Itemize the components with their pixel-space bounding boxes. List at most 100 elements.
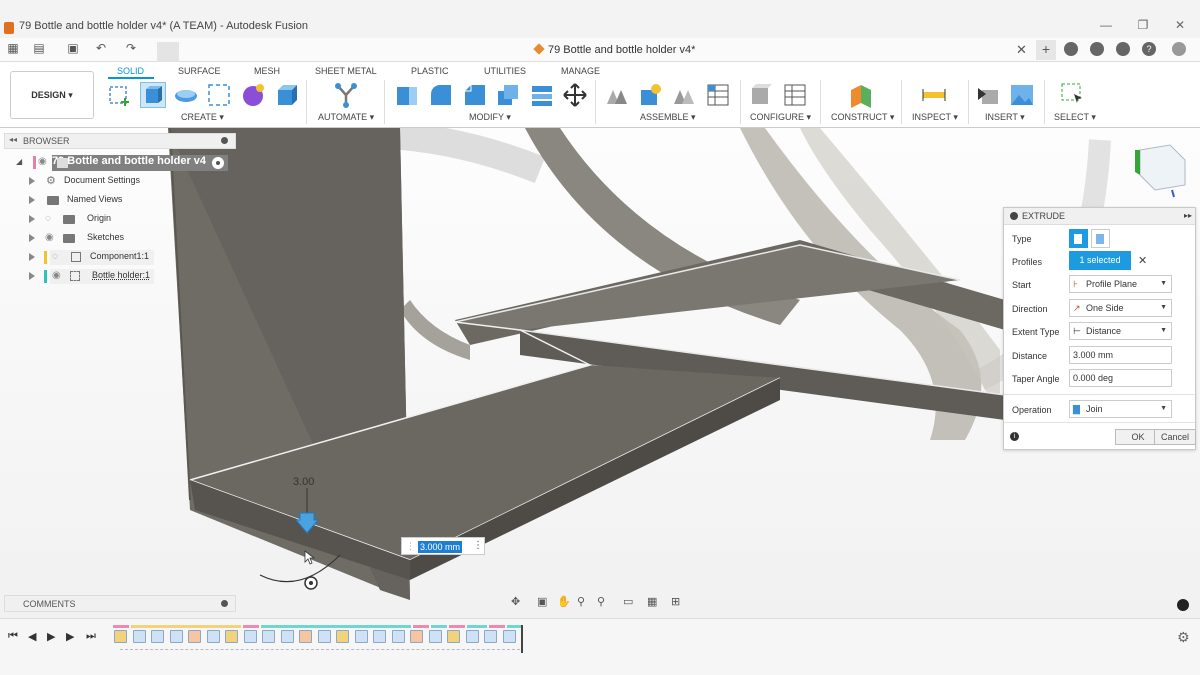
timeline-feature-icon[interactable] <box>484 630 497 643</box>
pan-icon[interactable]: ✋ <box>557 595 571 608</box>
timeline-feature-icon[interactable] <box>391 630 405 643</box>
fit-icon[interactable]: ⚲ <box>597 595 605 608</box>
insert-derive-tool-icon[interactable] <box>976 82 1002 108</box>
press-pull-tool-icon[interactable] <box>394 82 420 108</box>
display-settings-icon[interactable]: ▭ <box>623 595 633 608</box>
grid-settings-icon[interactable]: ▦ <box>647 595 657 608</box>
eye-icon[interactable]: ◉ <box>52 270 61 281</box>
more-options-icon[interactable]: ⋮ <box>473 540 483 551</box>
workspace-switcher[interactable]: DESIGN ▾ <box>10 71 94 119</box>
assemble-table-tool-icon[interactable] <box>705 82 731 108</box>
measure-tool-icon[interactable] <box>921 82 947 108</box>
timeline-feature-icon[interactable] <box>410 630 423 643</box>
step-back-icon[interactable]: ◀ <box>28 630 36 643</box>
redo-icon[interactable]: ↷ <box>122 41 140 59</box>
timeline-feature-icon[interactable] <box>447 630 460 643</box>
extent-type-select[interactable]: ⊢ Distance ▼ <box>1069 322 1172 340</box>
timeline-feature-icon[interactable] <box>151 630 164 643</box>
expand-icon[interactable] <box>29 272 35 280</box>
minimize-button[interactable]: — <box>1098 18 1114 32</box>
type-solid-icon[interactable] <box>1069 229 1088 248</box>
eye-icon[interactable]: ◉ <box>38 156 47 167</box>
new-tab-button[interactable]: + <box>1036 40 1056 60</box>
construct-plane-tool-icon[interactable] <box>848 82 874 108</box>
timeline-feature-icon[interactable] <box>243 630 257 643</box>
select-tool-icon[interactable] <box>1060 82 1086 108</box>
tree-item-document-settings[interactable]: ⚙ Document Settings <box>0 173 232 190</box>
undo-icon[interactable]: ↶ <box>92 41 110 59</box>
box-tool-icon[interactable] <box>274 82 300 108</box>
timeline-feature-icon[interactable] <box>354 630 368 643</box>
distance-input[interactable]: 3.000 mm <box>1069 346 1172 364</box>
user-avatar[interactable] <box>1172 42 1186 56</box>
sweep-tool-icon[interactable] <box>206 82 232 108</box>
timeline-feature-icon[interactable] <box>465 630 479 643</box>
zoom-icon[interactable]: ⚲ <box>577 595 585 608</box>
expand-icon[interactable] <box>29 177 35 185</box>
group-insert[interactable]: INSERT ▾ <box>985 112 1025 123</box>
tree-item-component1[interactable]: ◌ Component1:1 <box>0 249 232 266</box>
shell-tool-icon[interactable] <box>495 82 521 108</box>
tab-sheet-metal[interactable]: SHEET METAL <box>315 66 377 76</box>
group-construct[interactable]: CONSTRUCT ▾ <box>831 112 894 123</box>
timeline-feature-icon[interactable] <box>206 630 220 643</box>
tab-solid[interactable]: SOLID <box>117 66 144 76</box>
viewports-icon[interactable]: ⊞ <box>671 595 680 608</box>
group-automate[interactable]: AUTOMATE ▾ <box>318 112 374 123</box>
configure-tool-icon[interactable] <box>749 82 775 108</box>
step-forward-icon[interactable]: ▶ <box>66 630 74 643</box>
extrude-tool-icon[interactable] <box>140 82 166 108</box>
eye-hidden-icon[interactable]: ◌ <box>45 213 51 224</box>
clear-selection-icon[interactable]: ✕ <box>1138 254 1147 267</box>
timeline-feature-icon[interactable] <box>280 630 294 643</box>
group-inspect[interactable]: INSPECT ▾ <box>912 112 958 123</box>
start-select[interactable]: ⊦ Profile Plane ▼ <box>1069 275 1172 293</box>
split-body-tool-icon[interactable] <box>529 82 555 108</box>
timeline-feature-icon[interactable] <box>132 630 146 643</box>
timeline-settings-gear-icon[interactable]: ⚙ <box>1177 629 1190 646</box>
orbit-icon[interactable]: ✥ <box>511 595 520 608</box>
profiles-selection-button[interactable]: 1 selected <box>1069 251 1131 270</box>
fillet-tool-icon[interactable] <box>428 82 454 108</box>
timeline-feature-icon[interactable] <box>502 630 516 643</box>
configuration-table-tool-icon[interactable] <box>782 82 808 108</box>
new-component-tool-icon[interactable] <box>604 82 630 108</box>
play-icon[interactable]: ▶ <box>47 630 55 643</box>
timeline-feature-icon[interactable] <box>428 630 442 643</box>
create-sketch-tool-icon[interactable] <box>107 82 133 108</box>
browser-pin-icon[interactable] <box>221 137 228 144</box>
tab-utilities[interactable]: UTILITIES <box>484 66 526 76</box>
tab-manage[interactable]: MANAGE <box>561 66 600 76</box>
document-tab-close-icon[interactable]: ✕ <box>1016 42 1027 58</box>
tree-item-sketches[interactable]: ◉ Sketches <box>0 230 232 247</box>
revolve-tool-icon[interactable] <box>173 82 199 108</box>
expand-icon[interactable] <box>29 196 35 204</box>
distance-inline-value[interactable]: 3.000 mm <box>418 541 463 553</box>
timeline-feature-icon[interactable] <box>225 630 238 643</box>
tree-item-bottle-holder[interactable]: ◉ Bottle holder:1 <box>0 268 232 285</box>
timeline-feature-icon[interactable] <box>373 630 386 643</box>
direction-select[interactable]: ↗ One Side ▼ <box>1069 299 1172 317</box>
cancel-button[interactable]: Cancel <box>1154 429 1196 445</box>
timeline-feature-icon[interactable] <box>262 630 275 643</box>
timeline-feature-icon[interactable] <box>114 630 127 643</box>
timeline-feature-icon[interactable] <box>169 630 183 643</box>
automate-tool-icon[interactable] <box>333 82 359 108</box>
timeline-marker[interactable] <box>521 625 523 653</box>
group-modify[interactable]: MODIFY ▾ <box>469 112 511 123</box>
expand-icon[interactable] <box>29 234 35 242</box>
expand-icon[interactable] <box>29 215 35 223</box>
browser-panel-header[interactable]: ◂◂ BROWSER <box>4 133 236 149</box>
as-built-joint-tool-icon[interactable] <box>671 82 697 108</box>
group-configure[interactable]: CONFIGURE ▾ <box>750 112 811 123</box>
timeline-feature-icon[interactable] <box>336 630 349 643</box>
grid-menu-icon[interactable]: ▦ <box>4 41 22 59</box>
form-tool-icon[interactable] <box>240 82 266 108</box>
group-select[interactable]: SELECT ▾ <box>1054 112 1096 123</box>
eye-hidden-icon[interactable]: ◌ <box>52 251 58 262</box>
file-icon[interactable]: ▤ <box>30 41 48 59</box>
comments-panel-header[interactable]: COMMENTS <box>4 595 236 612</box>
timeline-feature-icon[interactable] <box>188 630 201 643</box>
close-button[interactable]: ✕ <box>1172 18 1188 32</box>
tab-mesh[interactable]: MESH <box>254 66 280 76</box>
